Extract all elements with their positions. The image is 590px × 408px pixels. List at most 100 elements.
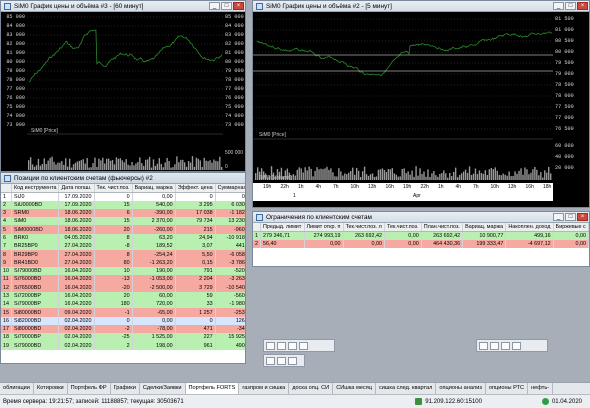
position-row[interactable]: 11 Si76000BD 16.04.2020 -13 -1 053,00 2 204 -3…	[1, 275, 245, 284]
position-row[interactable]: 9BR41BD027.04.202080-1 263,200,15-3 786,…	[1, 258, 245, 267]
table-cell: 33	[175, 300, 216, 309]
volume-bar	[123, 162, 125, 170]
volume-bar	[53, 161, 55, 170]
column-header[interactable]: Суммарная в.	[215, 184, 245, 193]
minimize-icon[interactable]: _	[553, 2, 564, 10]
chart-window-5min[interactable]: SiM0 График цены и объёма #2 - [5 минут]…	[252, 0, 590, 208]
volume-bar	[113, 164, 116, 170]
maximize-icon[interactable]	[288, 341, 297, 350]
position-row[interactable]: 10SI79000BD16.04.202010190,00791-520,00	[1, 266, 245, 276]
window-icon[interactable]	[277, 341, 286, 350]
minimized-window-2[interactable]	[476, 339, 548, 352]
minimized-window-3[interactable]	[263, 354, 305, 367]
column-header[interactable]: Биржевые с	[553, 223, 589, 232]
close-icon[interactable]	[299, 341, 308, 350]
window-icon[interactable]	[490, 341, 499, 350]
maximize-icon[interactable]: □	[565, 213, 576, 221]
window-tab[interactable]: Сделки/Заявки	[140, 383, 186, 394]
column-header[interactable]: Вариац. маржа	[462, 223, 507, 232]
close-icon[interactable]: ×	[577, 2, 588, 10]
column-header[interactable]: Накоплен. доход	[505, 223, 554, 232]
column-header[interactable]: Код инструмента	[11, 184, 60, 193]
position-row[interactable]: 4SiM018.06.2020152 370,0079 73413 230,00	[1, 217, 245, 226]
position-row[interactable]: 15Si80000BD09.04.2020-1-65,001 257-253,0…	[1, 308, 245, 317]
column-header[interactable]: Тек. чист.поз.	[94, 184, 133, 193]
position-row[interactable]: 16Si82000BD02.04.202000,000126,00	[1, 316, 245, 326]
window-tab[interactable]: газпром и сишка	[239, 383, 290, 394]
price-chart-60min[interactable]: 85 000 84 000 83 000 82 000 81 000 80 000 79 0…	[1, 12, 245, 171]
column-header[interactable]: Тек.чист.поз.	[384, 223, 422, 232]
window-icon[interactable]	[266, 356, 275, 365]
limits-table[interactable]: Предыд. лимит Лимит откр. п Тек.чист.поз. …	[253, 223, 589, 248]
volume-bar	[348, 172, 350, 180]
volume-bar	[117, 158, 120, 170]
window-tab[interactable]: нефть-	[528, 383, 554, 394]
window-tab[interactable]: облигации	[0, 383, 34, 394]
positions-titlebar[interactable]: Позиции по клиентским счетам (фьючерсы) …	[1, 173, 245, 184]
column-header[interactable]: Лимит откр. п	[304, 223, 344, 232]
close-icon[interactable]	[512, 341, 521, 350]
position-row[interactable]: 19Si79000BD02.04.20202198,00961490,00	[1, 341, 245, 350]
table-cell: -253,00	[215, 308, 245, 317]
position-row[interactable]: 12 Si76500BD 16.04.2020 -20 -2 500,00 3 729 -1…	[1, 283, 245, 292]
minimize-icon[interactable]: _	[553, 213, 564, 221]
position-row[interactable]: 13Si72000BP16.04.20202060,0059-560,00	[1, 291, 245, 301]
window-tab[interactable]: Графики	[111, 383, 140, 394]
column-header[interactable]	[1, 184, 12, 193]
window-tabs-bar: облигации Котировки Портфель ФР Графики Сдел…	[0, 382, 590, 394]
minimize-icon[interactable]: _	[209, 2, 220, 10]
restore-icon[interactable]	[479, 341, 488, 350]
column-header[interactable]: Дата погаш.	[58, 184, 95, 193]
close-icon[interactable]	[288, 356, 297, 365]
volume-bar	[178, 162, 180, 170]
time-tick-label: 16h	[385, 184, 394, 190]
position-row[interactable]: 17Si80000BD02.04.2020-2-78,00471-34,00	[1, 325, 245, 334]
column-header[interactable]: Предыд. лимит	[260, 223, 305, 232]
column-header[interactable]: Эффект. цена	[175, 184, 216, 193]
table-cell: SiM0	[11, 217, 60, 226]
close-icon[interactable]: ×	[577, 213, 588, 221]
window-tab[interactable]: сишка след. квартал	[376, 383, 437, 394]
minimized-window-1[interactable]	[263, 339, 335, 352]
maximize-icon[interactable]	[277, 356, 286, 365]
position-row[interactable]: 5SiM0000BD18.06.202020-260,00215-960,00	[1, 225, 245, 234]
positions-table[interactable]: Код инструмента Дата погаш. Тек. чист.поз.…	[1, 184, 245, 350]
restore-icon[interactable]	[266, 341, 275, 350]
chart-window-60min[interactable]: SiM0 График цены и объёма #3 - [60 минут…	[0, 0, 246, 172]
column-header[interactable]: Вариац. маржа	[132, 184, 176, 193]
column-header[interactable]: Тек.чист.поз. л	[343, 223, 385, 232]
window-tab[interactable]: Портфель FORTS	[185, 383, 240, 394]
position-row[interactable]: 18 Si79000BP 02.04.2020 -25 1 525,00 227 15 92…	[1, 333, 245, 342]
limits-window[interactable]: Ограничения по клиентским счетам _ □ × П…	[252, 211, 590, 267]
maximize-icon[interactable]	[501, 341, 510, 350]
limit-row[interactable]: 1 279 346,71 274 993,19 263 692,42 0,00 263 6…	[253, 231, 589, 240]
close-icon[interactable]: ×	[233, 2, 244, 10]
column-header[interactable]: План.чист.поз.	[421, 223, 464, 232]
chart1-titlebar[interactable]: SiM0 График цены и объёма #3 - [60 минут…	[1, 1, 245, 12]
chart2-titlebar[interactable]: SiM0 График цены и объёма #2 - [5 минут]…	[253, 1, 589, 12]
volume-bar	[520, 168, 522, 180]
position-row[interactable]: 14Si79000BP16.04.2020180720,0033-1 980,0…	[1, 300, 245, 309]
window-tab[interactable]: опционы анализ	[436, 383, 486, 394]
limits-title: Ограничения по клиентским счетам	[266, 213, 372, 221]
maximize-icon[interactable]: □	[565, 2, 576, 10]
column-header[interactable]	[253, 223, 262, 232]
position-row[interactable]: 3SRM018.06.20206-390,0017 038-1 182,00	[1, 208, 245, 218]
positions-window[interactable]: Позиции по клиентским счетам (фьючерсы) …	[0, 172, 246, 364]
position-row[interactable]: 8BR29BP027.04.20208-254,245,50-6 058,96	[1, 250, 245, 259]
limits-titlebar[interactable]: Ограничения по клиентским счетам _ □ ×	[253, 212, 589, 223]
maximize-icon[interactable]: □	[221, 2, 232, 10]
window-tab[interactable]: доска опц. СИ	[289, 383, 334, 394]
axis-tick-label: 80 000	[225, 59, 244, 65]
window-tab[interactable]: СИшка месяц	[333, 383, 376, 394]
limit-row[interactable]: 2 56,40 0,00 0,00 0,00 464 430,36 199 333,47 -4…	[253, 239, 589, 248]
position-row[interactable]: 7BR25BP027.04.2020-8189,523,07441,84	[1, 242, 245, 251]
position-row[interactable]: 2SiU0000BD17.09.202015540,003 2956 030,0…	[1, 200, 245, 209]
position-row[interactable]: 1SiJ017.09.202000,0000,00	[1, 192, 245, 201]
window-tab[interactable]: Портфель ФР	[68, 383, 111, 394]
volume-bar	[421, 174, 423, 180]
position-row[interactable]: 6BRK004.05.2020863,2024,94-10 918,72	[1, 233, 245, 243]
window-tab[interactable]: Котировки	[34, 383, 68, 394]
window-tab[interactable]: опционы РТС	[486, 383, 529, 394]
price-chart-5min[interactable]: 81 500 81 000 80 500 80 000 79 500 79 000 78 5…	[253, 12, 589, 207]
